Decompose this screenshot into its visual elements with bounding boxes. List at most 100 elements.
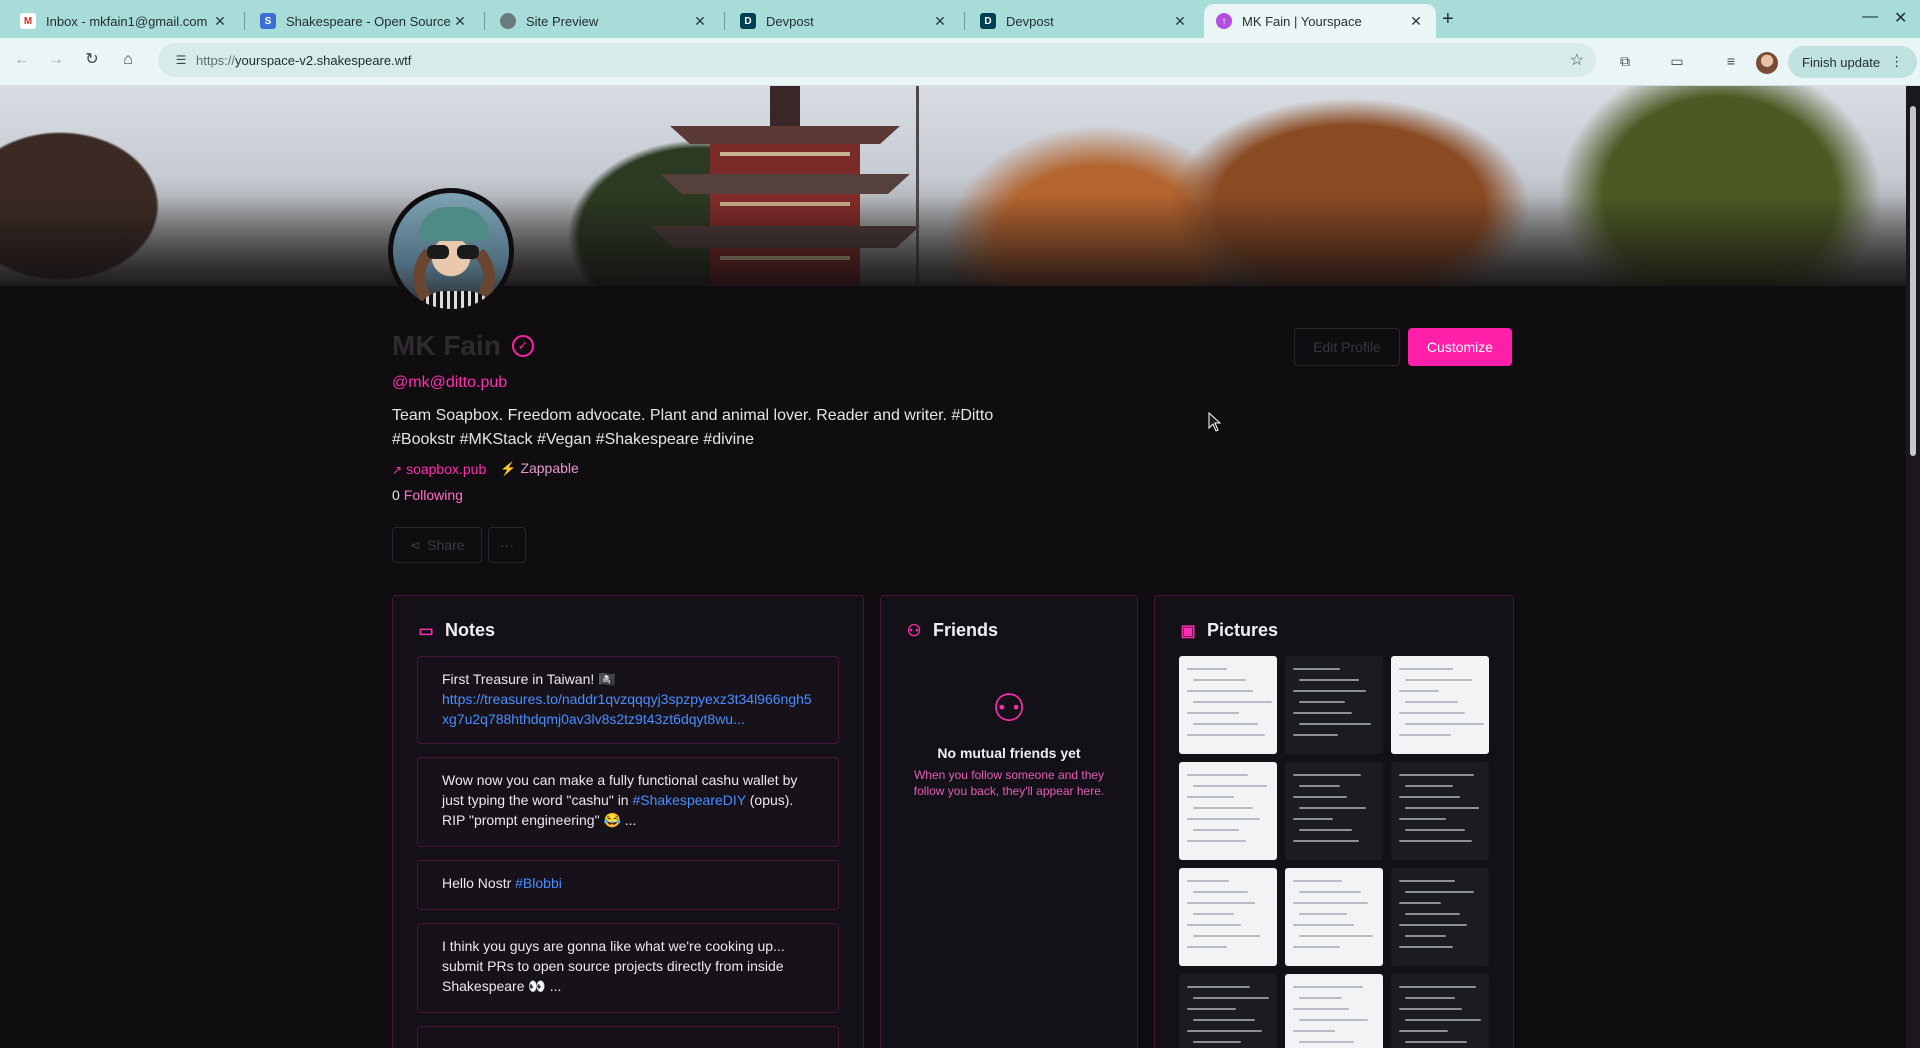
tab-label: Shakespeare - Open Source [286,13,451,29]
profile-avatar-icon[interactable] [1756,52,1778,74]
address-bar[interactable]: ☰ https://yourspace-v2.shakespeare.wtf ☆ [158,43,1596,77]
website-label: soapbox.pub [406,460,487,477]
close-icon[interactable]: ✕ [932,13,948,30]
finish-update-label: Finish update [1802,54,1881,70]
site-info-icon[interactable]: ☰ [166,53,196,67]
friends-card: ⚇ Friends ⚇ No mutual friends yet When yo… [880,595,1138,1048]
note-item[interactable]: Wow now you can make a fully functional … [417,757,839,847]
mouse-cursor-icon [1208,412,1222,432]
note-item[interactable]: First Treasure in Taiwan! 🏴‍☠️ https://t… [417,656,839,744]
note-item[interactable] [417,1026,839,1048]
tab-devpost-1[interactable]: D Devpost ✕ [728,4,960,38]
picture-thumbnail[interactable] [1179,868,1277,966]
shakespeare-icon: S [260,13,276,29]
zappable-badge: ⚡ Zappable [500,460,579,477]
empty-title: No mutual friends yet [937,745,1081,761]
share-icon: ⋖ [409,536,422,553]
scrollbar-thumb[interactable] [1910,106,1916,456]
picture-thumbnail[interactable] [1391,656,1489,754]
verified-badge-icon: ✓ [512,335,534,357]
new-tab-button[interactable]: + [1442,8,1454,31]
picture-thumbnail[interactable] [1285,762,1383,860]
picture-thumbnail[interactable] [1391,762,1489,860]
lightning-icon: ⚡ [500,461,517,476]
page-scrollbar[interactable] [1906,86,1920,1048]
url-scheme: https:// [196,52,236,68]
picture-thumbnail[interactable] [1391,974,1489,1048]
picture-thumbnail[interactable] [1285,974,1383,1048]
note-link[interactable]: https://treasures.to/naddr1qvzqqqyj3spzp… [442,689,814,729]
close-icon[interactable]: ✕ [692,13,708,30]
yourspace-icon: ↑ [1216,13,1232,29]
share-button[interactable]: ⋖ Share [392,527,482,563]
tab-yourspace[interactable]: ↑ MK Fain | Yourspace ✕ [1204,4,1436,38]
tab-label: Site Preview [526,13,599,29]
note-item[interactable]: I think you guys are gonna like what we'… [417,923,839,1013]
note-hashtag[interactable]: #ShakespeareDIY [632,792,745,808]
back-icon[interactable]: ← [10,48,34,72]
media-control-icon[interactable]: ≡ [1720,50,1742,72]
friends-empty-state: ⚇ No mutual friends yet When you follow … [881,686,1137,799]
devpost-icon: D [740,13,756,29]
note-item[interactable]: Hello Nostr #Blobbi [417,860,839,910]
friends-title: Friends [933,620,999,640]
image-icon: ▣ [1180,622,1196,640]
minimize-icon[interactable]: — [1862,8,1878,26]
notes-card: ▭ Notes First Treasure in Taiwan! 🏴‍☠️ ht… [392,595,864,1048]
edit-profile-button[interactable]: Edit Profile [1294,328,1400,366]
profile-handle[interactable]: @mk@ditto.pub [392,374,507,392]
tab-separator [964,12,965,30]
home-icon[interactable]: ⌂ [116,48,140,72]
note-text: I think you guys are gonna like what we'… [442,938,785,994]
tab-label: Devpost [766,13,814,29]
bookmark-star-icon[interactable]: ☆ [1570,50,1584,70]
note-hashtag[interactable]: #Blobbi [515,875,562,891]
customize-button[interactable]: Customize [1408,328,1512,366]
browser-tab-bar: M Inbox - mkfain1@gmail.com ✕ S Shakespe… [0,0,1920,38]
close-icon[interactable]: ✕ [1408,13,1424,30]
note-text: Hello Nostr [442,875,516,891]
close-icon[interactable]: ✕ [452,13,468,30]
picture-thumbnail[interactable] [1285,656,1383,754]
following-label: Following [403,487,463,503]
zappable-label: Zappable [520,460,579,476]
profile-avatar[interactable] [388,188,514,314]
close-icon[interactable]: ✕ [212,13,228,30]
friends-header: ⚇ Friends [905,620,998,641]
profile-name: MK Fain [392,330,501,361]
tab-label: MK Fain | Yourspace [1242,13,1362,29]
forward-icon[interactable]: → [44,48,68,72]
picture-thumbnail[interactable] [1391,868,1489,966]
tab-label: Devpost [1006,13,1054,29]
profile-bio: Team Soapbox. Freedom advocate. Plant an… [392,407,994,448]
tab-devpost-2[interactable]: D Devpost ✕ [968,4,1200,38]
picture-thumbnail[interactable] [1179,762,1277,860]
picture-thumbnail[interactable] [1179,974,1277,1048]
share-label: Share [427,537,465,553]
picture-thumbnail[interactable] [1285,868,1383,966]
following-stat[interactable]: 0 Following [392,487,463,503]
tab-separator [724,12,725,30]
close-icon[interactable]: ✕ [1172,13,1188,30]
banner-fade [0,196,1920,286]
finish-update-button[interactable]: Finish update ⋮ [1788,46,1918,78]
website-link[interactable]: ↗ soapbox.pub [392,461,486,477]
tab-site-preview[interactable]: Site Preview ✕ [488,4,720,38]
picture-thumbnail[interactable] [1179,656,1277,754]
tab-shakespeare[interactable]: S Shakespeare - Open Source ✕ [248,4,480,38]
tab-label: Inbox - mkfain1@gmail.com [46,13,208,29]
reload-icon[interactable]: ↻ [80,48,104,72]
pictures-header: ▣ Pictures [1179,620,1278,641]
users-icon: ⚇ [991,688,1027,730]
globe-icon [500,13,516,29]
profile-banner [0,86,1920,286]
tab-inbox[interactable]: M Inbox - mkfain1@gmail.com ✕ [8,4,240,38]
gmail-icon: M [20,13,36,29]
extensions-icon[interactable]: ⧉ [1614,50,1636,72]
window-close-icon[interactable]: ✕ [1894,8,1907,28]
note-text: First Treasure in Taiwan! 🏴‍☠️ [442,671,616,687]
more-options-button[interactable]: ··· [488,527,526,563]
tab-search-icon[interactable]: ▭ [1666,50,1688,72]
tab-separator [484,12,485,30]
menu-kebab-icon: ⋮ [1890,54,1904,69]
